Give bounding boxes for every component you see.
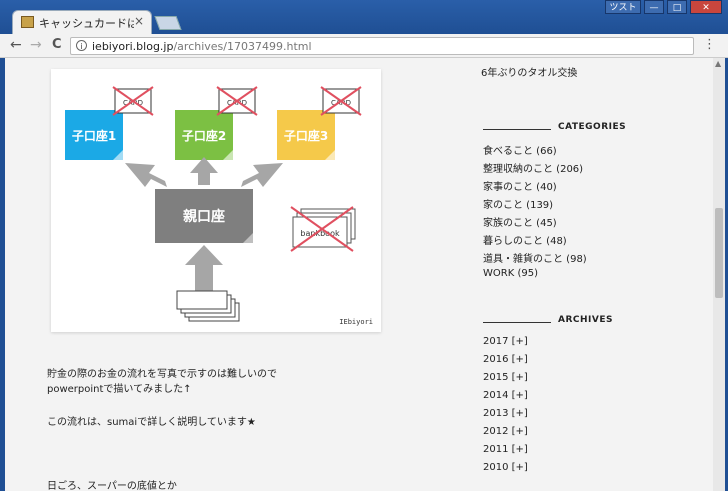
site-favicon-icon (21, 16, 34, 28)
arrow-to-child-2-icon (190, 157, 218, 185)
category-item[interactable]: 家のこと (139) (483, 196, 587, 214)
paper-stack (176, 290, 240, 322)
crossed-card-2: CARD (216, 86, 258, 116)
archive-list: 2017 [+] 2016 [+] 2015 [+] 2014 [+] 2013… (483, 336, 528, 480)
child-account-3: 子口座3 (277, 110, 335, 160)
category-item[interactable]: 道具・雑貨のこと (98) (483, 250, 587, 268)
child-account-2-label: 子口座2 (182, 128, 226, 143)
arrow-to-child-3-icon (241, 163, 283, 187)
watermark-text: IEbiyori (339, 318, 373, 326)
heading-rule (483, 322, 551, 323)
user-profile-button[interactable]: ツスト (605, 0, 641, 14)
back-button[interactable]: ← (10, 37, 22, 53)
close-window-button[interactable]: ✕ (690, 0, 722, 14)
categories-heading: CATEGORIES (481, 122, 706, 136)
parent-account-label: 親口座 (183, 208, 225, 225)
reload-button[interactable]: C (52, 37, 62, 52)
category-item[interactable]: WORK (95) (483, 268, 587, 286)
address-bar[interactable]: i iebiyori.blog.jp/archives/17037499.htm… (70, 37, 694, 55)
categories-title: CATEGORIES (558, 122, 627, 132)
site-info-icon[interactable]: i (76, 40, 87, 51)
category-item[interactable]: 家族のこと (45) (483, 214, 587, 232)
tab-close-icon[interactable]: × (134, 14, 144, 28)
page-viewport: 子口座1 子口座2 子口座3 CARD CARD CARD 親口座 bankbo… (5, 58, 725, 491)
scrollbar-thumb[interactable] (715, 208, 723, 298)
crossed-card-1: CARD (112, 86, 154, 116)
category-item[interactable]: 家事のこと (40) (483, 178, 587, 196)
archives-heading: ARCHIVES (481, 315, 706, 329)
article-line-4: 日ごろ、スーパーの底値とか (47, 481, 177, 491)
archive-item[interactable]: 2014 [+] (483, 390, 528, 408)
crossed-card-3: CARD (320, 86, 362, 116)
new-tab-button[interactable] (154, 16, 182, 30)
archive-item[interactable]: 2017 [+] (483, 336, 528, 354)
category-list: 食べること (66) 整理収納のこと (206) 家事のこと (40) 家のこと… (483, 142, 587, 286)
scroll-up-icon[interactable]: ▲ (715, 59, 721, 68)
archive-item[interactable]: 2011 [+] (483, 444, 528, 462)
page-scrollbar[interactable]: ▲ (713, 58, 725, 491)
browser-toolbar: ← → C i iebiyori.blog.jp/archives/170374… (0, 34, 728, 58)
arrow-to-parent-icon (185, 245, 223, 291)
maximize-button[interactable]: □ (667, 0, 687, 14)
archive-item[interactable]: 2012 [+] (483, 426, 528, 444)
minimize-button[interactable]: — (644, 0, 664, 14)
heading-rule (483, 129, 551, 130)
account-flow-diagram: 子口座1 子口座2 子口座3 CARD CARD CARD 親口座 bankbo… (65, 86, 373, 326)
window-controls: ツスト — □ ✕ (605, 0, 722, 14)
sidebar: 6年ぶりのタオル交換 CATEGORIES 食べること (66) 整理収納のこと… (481, 58, 711, 491)
archive-item[interactable]: 2013 [+] (483, 408, 528, 426)
child-account-3-label: 子口座3 (284, 128, 328, 143)
article-line-2: powerpointで描いてみました↑ (47, 384, 192, 395)
child-account-1: 子口座1 (65, 110, 123, 160)
child-account-2: 子口座2 (175, 110, 233, 160)
account-flow-figure: 子口座1 子口座2 子口座3 CARD CARD CARD 親口座 bankbo… (51, 69, 381, 332)
arrow-to-child-1-icon (125, 163, 167, 187)
parent-account: 親口座 (155, 189, 253, 243)
category-item[interactable]: 整理収納のこと (206) (483, 160, 587, 178)
archive-item[interactable]: 2010 [+] (483, 462, 528, 480)
archive-item[interactable]: 2016 [+] (483, 354, 528, 372)
url-host: iebiyori.blog.jp (92, 40, 174, 53)
forward-button[interactable]: → (30, 37, 42, 53)
archive-item[interactable]: 2015 [+] (483, 372, 528, 390)
url-text: iebiyori.blog.jp/archives/17037499.html (92, 40, 312, 53)
crossed-bankbook: bankbook (290, 206, 356, 252)
browser-tab[interactable]: キャッシュカードは作っ × (12, 10, 152, 34)
child-account-1-label: 子口座1 (72, 128, 116, 143)
browser-menu-icon[interactable]: ⋮ (703, 37, 716, 52)
article-line-3: この流れは、sumaiで詳しく説明しています★ (47, 417, 256, 428)
title-bar: キャッシュカードは作っ × ツスト — □ ✕ (0, 0, 728, 34)
archives-title: ARCHIVES (558, 315, 613, 325)
tab-title: キャッシュカードは作っ (39, 17, 134, 30)
category-item[interactable]: 暮らしのこと (48) (483, 232, 587, 250)
article-line-1: 貯金の際のお金の流れを写真で示すのは難しいので (47, 369, 277, 380)
recent-post-link[interactable]: 6年ぶりのタオル交換 (481, 64, 577, 79)
url-path: /archives/17037499.html (173, 40, 312, 53)
category-item[interactable]: 食べること (66) (483, 142, 587, 160)
